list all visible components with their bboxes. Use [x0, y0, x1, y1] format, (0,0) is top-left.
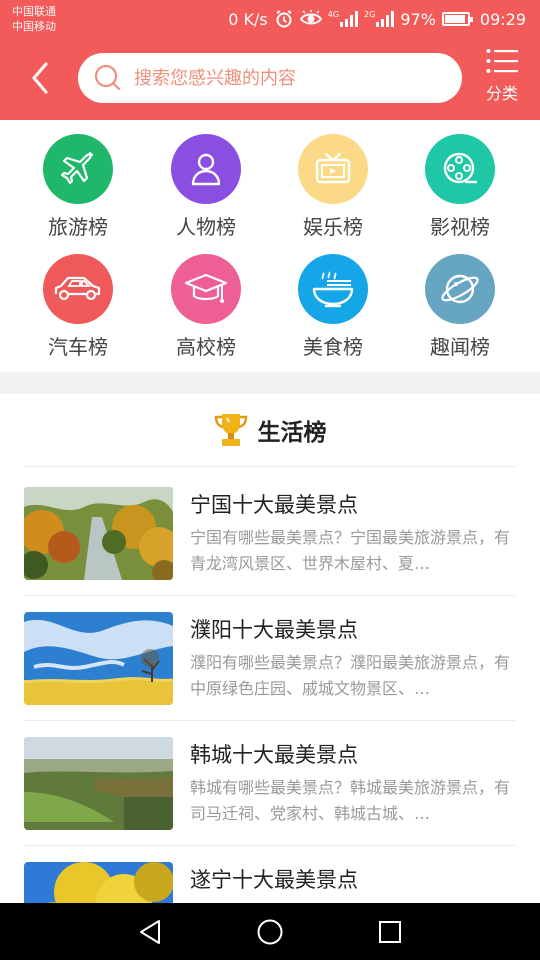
category-car-label: 汽车榜	[48, 335, 108, 359]
nav-recents-button[interactable]	[370, 916, 410, 948]
signal-bars-icon	[340, 11, 359, 27]
search-bar[interactable]	[78, 53, 462, 103]
category-university[interactable]: 高校榜	[156, 254, 256, 364]
section-title: 生活榜	[257, 420, 327, 446]
category-university-label: 高校榜	[176, 335, 236, 359]
car-icon	[54, 276, 101, 301]
item-title: 遂宁十大最美景点	[190, 868, 358, 892]
search-icon	[94, 64, 121, 91]
category-trivia-label: 趣闻榜	[430, 335, 490, 359]
category-travel-circle	[43, 134, 113, 204]
list-item[interactable]: 韩城十大最美景点 韩城有哪些最美景点？韩城最美旅游景点，有司马迁祠、党家村、韩城…	[0, 717, 540, 841]
section-separator	[0, 372, 540, 394]
item-description: 濮阳有哪些最美景点？濮阳最美旅游景点，有中原绿色庄园、戚城文物景区、…	[190, 653, 510, 698]
item-thumbnail	[24, 612, 173, 705]
category-film-circle	[425, 134, 495, 204]
net-speed: 0 K/s	[228, 9, 268, 29]
square-recents-icon	[379, 921, 401, 943]
status-bar: 中国联通 中国移动 0 K/s 4G 2G 97% 09:29	[0, 0, 540, 38]
back-button[interactable]	[22, 58, 58, 98]
app-header: 中国联通 中国移动 0 K/s 4G 2G 97% 09:29 搜索您感兴趣的内…	[0, 0, 540, 120]
item-title: 濮阳十大最美景点	[190, 618, 358, 642]
category-entertainment-label: 娱乐榜	[303, 215, 363, 239]
signal-bars-icon	[376, 11, 395, 27]
clock: 09:29	[479, 9, 526, 29]
category-grid: 旅游榜 人物榜 娱乐榜 影视榜 汽车榜 高校榜 美食榜 趣闻榜	[0, 120, 540, 372]
graduation-cap-icon	[184, 273, 228, 303]
category-people[interactable]: 人物榜	[156, 134, 256, 244]
list-item[interactable]: 宁国十大最美景点 宁国有哪些最美景点？宁国最美旅游景点，有青龙湾风景区、世界木屋…	[0, 467, 540, 591]
item-thumbnail	[24, 862, 173, 903]
item-description: 宁国有哪些最美景点？宁国最美旅游景点，有青龙湾风景区、世界木屋村、夏…	[190, 528, 510, 573]
noodle-bowl-icon	[312, 271, 354, 308]
category-people-label: 人物榜	[176, 215, 236, 239]
eye-icon	[299, 10, 322, 25]
category-food-label: 美食榜	[303, 335, 363, 359]
tv-icon	[315, 152, 351, 184]
carrier-1: 中国联通	[12, 5, 56, 18]
category-film-label: 影视榜	[430, 215, 490, 239]
battery-percent: 97%	[400, 9, 436, 29]
alarm-icon	[276, 10, 292, 28]
airplane-icon	[60, 151, 94, 185]
triangle-back-icon	[140, 920, 160, 944]
item-description: 韩城有哪些最美景点？韩城最美旅游景点，有司马迁祠、党家村、韩城古城、…	[190, 778, 510, 823]
category-food-circle	[298, 254, 368, 324]
category-university-circle	[171, 254, 241, 324]
status-indicators: 0 K/s 4G 2G 97% 09:29	[228, 8, 526, 30]
category-label: 分类	[485, 84, 518, 103]
trophy-icon	[214, 414, 247, 446]
category-entertainment-circle	[298, 134, 368, 204]
category-trivia[interactable]: 趣闻榜	[410, 254, 510, 364]
category-travel[interactable]: 旅游榜	[28, 134, 128, 244]
carrier-2: 中国移动	[12, 20, 56, 33]
nav-home-button[interactable]	[250, 916, 290, 948]
signal-1: 4G	[327, 10, 359, 27]
category-trivia-circle	[425, 254, 495, 324]
film-reel-icon	[443, 152, 477, 184]
category-food[interactable]: 美食榜	[283, 254, 383, 364]
list-menu-icon	[486, 49, 518, 73]
section-header: 生活榜	[0, 394, 540, 466]
item-thumbnail	[24, 737, 173, 830]
list-item[interactable]: 濮阳十大最美景点 濮阳有哪些最美景点？濮阳最美旅游景点，有中原绿色庄园、戚城文物…	[0, 592, 540, 716]
category-car[interactable]: 汽车榜	[28, 254, 128, 364]
category-film[interactable]: 影视榜	[410, 134, 510, 244]
category-people-circle	[171, 134, 241, 204]
battery-icon	[441, 12, 473, 26]
circle-home-icon	[257, 919, 283, 945]
signal-2-label: 2G	[364, 10, 376, 19]
nav-back-button[interactable]	[130, 916, 170, 948]
signal-2: 2G	[364, 10, 395, 27]
category-button[interactable]: 分类	[478, 48, 526, 108]
item-title: 宁国十大最美景点	[190, 493, 358, 517]
search-input[interactable]	[134, 67, 434, 89]
signal-1-label: 4G	[327, 10, 340, 19]
item-title: 韩城十大最美景点	[190, 743, 358, 767]
planet-icon	[441, 274, 479, 304]
category-car-circle	[43, 254, 113, 324]
chevron-left-icon	[32, 62, 48, 94]
system-nav-bar	[0, 903, 540, 960]
person-icon	[191, 153, 221, 186]
item-thumbnail	[24, 487, 173, 580]
carrier-info: 中国联通 中国移动	[12, 4, 56, 34]
list-item[interactable]: 遂宁十大最美景点	[0, 842, 540, 903]
category-entertainment[interactable]: 娱乐榜	[283, 134, 383, 244]
category-travel-label: 旅游榜	[48, 215, 108, 239]
